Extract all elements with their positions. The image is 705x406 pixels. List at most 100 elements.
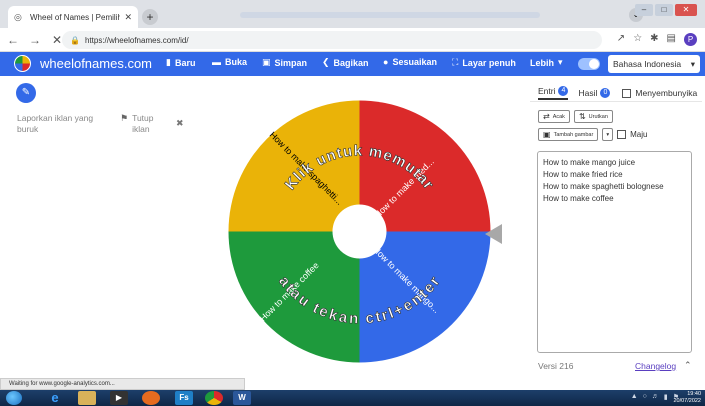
back-icon[interactable]: ← — [4, 33, 22, 47]
results-count-badge: 0 — [600, 88, 611, 98]
chrome-icon[interactable] — [205, 391, 223, 405]
add-image-dropdown[interactable]: ▾ — [602, 128, 614, 141]
fullscreen-button[interactable]: ⛶ Layar penuh — [452, 57, 516, 68]
ie-icon[interactable]: e — [46, 391, 64, 405]
wheel-center[interactable] — [332, 204, 387, 259]
new-button[interactable]: ▮ Baru — [166, 57, 195, 68]
entry-item: How to make fried rice — [543, 170, 623, 179]
lock-icon: 🔒 — [70, 35, 80, 45]
more-button[interactable]: Lebih ▾ — [530, 57, 563, 68]
browser-status-bar: Waiting for www.google-analytics.com... — [0, 378, 245, 390]
share-button-label: Bagikan — [333, 57, 369, 68]
wheel-svg[interactable]: How to make fried... How to make mango..… — [228, 97, 491, 366]
changelog-link[interactable]: Changelog — [635, 361, 676, 371]
save-button[interactable]: ▣ Simpan — [262, 57, 307, 68]
save-button-label: Simpan — [274, 57, 308, 68]
volume-icon[interactable]: ♬ — [652, 393, 659, 401]
wheel-pointer-icon — [485, 224, 502, 244]
entries-count-badge: 4 — [558, 86, 569, 96]
profile-avatar[interactable]: P — [684, 33, 697, 46]
shuffle-button[interactable]: ⇄ Acak — [538, 110, 570, 123]
checkbox-icon[interactable] — [622, 88, 632, 98]
entries-textarea[interactable]: How to make mango juice How to make frie… — [537, 151, 692, 353]
advanced-label: Maju — [630, 130, 648, 139]
customize-button[interactable]: ● Sesuaikan — [383, 57, 437, 67]
close-window-icon[interactable]: ✕ — [675, 4, 697, 16]
shuffle-icon: ⇄ — [543, 112, 550, 121]
advanced-checkbox[interactable] — [617, 130, 627, 139]
panel-divider — [530, 101, 702, 102]
sort-icon: ⇅ — [578, 112, 586, 121]
app-fs-icon[interactable]: Fs — [175, 391, 193, 405]
chevron-down-icon: ▾ — [558, 57, 563, 67]
folder-icon: ▬ — [212, 57, 221, 67]
battery-icon[interactable]: ▮ — [664, 393, 668, 401]
tab-results[interactable]: Hasil 0 — [578, 88, 611, 98]
palette-icon: ● — [383, 57, 389, 67]
chevron-up-icon[interactable]: ⌃ — [684, 360, 692, 371]
share-button[interactable]: ❮ Bagikan — [322, 57, 369, 68]
language-select[interactable]: Bahasa Indonesia ▾ — [608, 55, 700, 73]
tab-title: Wheel of Names | Pemilih nama — [30, 12, 121, 22]
hide-checkbox-label: Menyembunyika — [635, 88, 698, 98]
forward-icon[interactable]: → — [26, 33, 44, 47]
clock-date: 20/07/2022 — [673, 398, 701, 404]
star-icon[interactable]: ☆ — [633, 33, 642, 46]
tab-entries[interactable]: Entri 4 — [538, 86, 569, 100]
maximize-icon[interactable]: □ — [655, 4, 673, 16]
ad-settings-icon[interactable]: ✖ — [176, 118, 184, 129]
start-button-icon[interactable] — [6, 391, 22, 405]
sidebar-icon[interactable]: ▤ — [667, 33, 676, 46]
clock-time: 19:40 — [687, 391, 701, 397]
entry-item: How to make coffee — [543, 194, 614, 203]
flag-icon: ⚑ — [120, 113, 129, 123]
wheel[interactable]: How to make fried... How to make mango..… — [228, 97, 491, 366]
panel-tabs: Entri 4 Hasil 0 Menyembunyika — [538, 86, 697, 100]
customize-button-label: Sesuaikan — [392, 57, 437, 67]
share-page-icon[interactable]: ↗ — [617, 33, 625, 46]
entries-toolbar-2: ▣ Tambah gambar ▾ Maju — [538, 128, 647, 141]
close-ad-label: Tutup iklan — [132, 113, 154, 134]
window-controls: – □ ✕ — [635, 4, 697, 16]
add-image-button[interactable]: ▣ Tambah gambar — [538, 128, 599, 141]
address-bar-row: ← → ✕ 🔒 https://wheelofnames.com/id/ ↗ ☆… — [0, 28, 705, 52]
wheel-segment-yellow[interactable] — [228, 100, 360, 232]
wheel-logo-icon[interactable] — [14, 55, 31, 72]
taskbar-clock[interactable]: 19:40 20/07/2022 — [673, 391, 701, 405]
minimize-icon[interactable]: – — [635, 4, 653, 16]
hide-checkbox[interactable]: Menyembunyika — [622, 88, 697, 98]
url-input[interactable]: 🔒 https://wheelofnames.com/id/ — [62, 31, 602, 49]
wheel-favicon-icon: ◎ — [14, 12, 22, 22]
blurred-window-title — [240, 12, 540, 18]
tray-icon[interactable]: ▲ — [631, 393, 638, 401]
extensions-icon[interactable]: ✱ — [650, 33, 658, 46]
new-button-label: Baru — [174, 57, 196, 68]
report-ad-link[interactable]: Laporkan iklan yang buruk — [17, 113, 112, 135]
firefox-icon[interactable] — [142, 391, 160, 405]
more-button-label: Lebih — [530, 57, 554, 68]
close-ad-button[interactable]: ⚑ Tutup iklan — [120, 113, 162, 135]
media-player-icon[interactable]: ▶ — [110, 391, 128, 405]
entry-item: How to make spaghetti bolognese — [543, 182, 664, 191]
network-icon[interactable]: ○ — [643, 393, 647, 401]
entry-item: How to make mango juice — [543, 158, 636, 167]
file-icon: ▮ — [166, 57, 171, 67]
word-icon[interactable]: W — [233, 391, 251, 405]
open-button-label: Buka — [225, 57, 248, 67]
sort-button[interactable]: ⇅ Urutkan — [573, 110, 613, 123]
os-taskbar: e ▶ Fs W ▲ ○ ♬ ▮ ⚑ 19:40 20/07/2022 — [0, 390, 705, 406]
chevron-down-icon: ▾ — [690, 58, 695, 69]
image-icon: ▣ — [543, 130, 551, 139]
url-text: https://wheelofnames.com/id/ — [84, 35, 189, 45]
add-image-button-label: Tambah gambar — [553, 131, 594, 138]
edit-pencil-button[interactable]: ✎ — [16, 83, 36, 103]
fullscreen-button-label: Layar penuh — [462, 57, 516, 68]
toolbar-actions: ↗ ☆ ✱ ▤ P — [617, 33, 697, 46]
brand-name[interactable]: wheelofnames.com — [40, 56, 152, 71]
new-tab-button[interactable]: + — [142, 9, 158, 25]
open-button[interactable]: ▬ Buka — [212, 57, 247, 67]
file-explorer-icon[interactable] — [78, 391, 96, 405]
dark-mode-toggle[interactable] — [578, 58, 600, 70]
browser-tab[interactable]: ◎ Wheel of Names | Pemilih nama ✕ — [8, 6, 138, 28]
close-tab-icon[interactable]: ✕ — [124, 12, 132, 23]
